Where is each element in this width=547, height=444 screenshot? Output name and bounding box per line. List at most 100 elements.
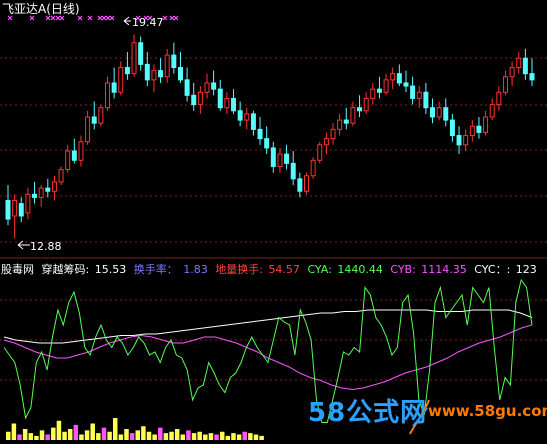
candle — [423, 82, 429, 114]
volume-bar — [236, 434, 242, 440]
candle — [177, 52, 183, 83]
candle — [124, 52, 130, 80]
marker-x — [50, 15, 56, 21]
candle — [98, 104, 104, 127]
candle — [151, 64, 157, 93]
candle — [436, 101, 442, 121]
candle-body — [78, 141, 84, 161]
candle — [78, 135, 84, 167]
marker-x — [87, 15, 93, 21]
candle — [138, 36, 144, 71]
candle — [502, 70, 508, 96]
marker-x — [59, 15, 65, 21]
candle — [277, 147, 283, 173]
marker-x — [109, 15, 115, 21]
candle — [51, 175, 57, 201]
candle-body — [270, 147, 276, 167]
candle-body — [430, 107, 435, 118]
candle-body — [204, 82, 210, 93]
volume-bar — [135, 430, 141, 440]
candle-body — [224, 97, 230, 109]
volume-bar — [208, 433, 214, 440]
volume-bar — [225, 435, 231, 440]
marker-x-path — [7, 15, 13, 21]
candle-body — [396, 73, 402, 84]
volume-bar — [197, 431, 202, 440]
candle-body — [25, 193, 31, 214]
marker-x-path — [169, 15, 175, 21]
candle-body — [177, 66, 183, 81]
candle — [91, 101, 97, 130]
candle — [310, 157, 316, 179]
candle — [323, 132, 329, 155]
candle — [38, 185, 44, 207]
cyb-value: 1114.35 — [421, 263, 467, 276]
candle — [337, 113, 343, 136]
candle — [164, 48, 170, 83]
volume-bar — [158, 427, 163, 440]
candle-body — [297, 178, 303, 192]
candle-body — [151, 70, 157, 81]
svg-text:股毒网 穿越筹码: 15.5: 股毒网 穿越筹码: 15.53 换手率： 1.83 地量换手: 54.57 CY… — [1, 262, 537, 276]
candle-body — [343, 119, 349, 124]
volume-bar — [101, 427, 107, 440]
candle-body — [476, 125, 482, 133]
candle — [224, 92, 230, 114]
candle-body — [197, 91, 203, 106]
candle — [71, 138, 77, 164]
candle — [376, 76, 382, 99]
candle-body — [370, 88, 376, 99]
candle — [158, 58, 164, 83]
cyc-value: 123 — [516, 263, 537, 276]
candle — [18, 197, 24, 223]
candle-body — [443, 107, 449, 121]
candle — [516, 52, 522, 74]
candle-body — [71, 150, 77, 161]
cya-label: CYA: — [307, 263, 331, 276]
candle-body — [51, 181, 57, 192]
candle — [244, 107, 250, 130]
candle-body — [18, 203, 24, 217]
candle — [105, 76, 110, 111]
candle-body — [98, 107, 104, 124]
candlesticks[interactable] — [5, 34, 535, 239]
candle — [363, 92, 369, 114]
candle — [290, 151, 296, 186]
marker-x-path — [50, 15, 56, 21]
candle-body — [357, 107, 363, 112]
watermark-decoration — [409, 399, 430, 435]
ground-turnover-label: 地量换手: — [215, 262, 263, 276]
candle-body — [5, 200, 11, 220]
cyc-label: CYC：: — [474, 263, 510, 276]
volume-bar — [84, 430, 90, 440]
candle-body — [91, 116, 97, 124]
marker-x — [169, 15, 175, 21]
candle-body — [529, 73, 535, 81]
candle-body — [483, 116, 489, 133]
candle-body — [264, 138, 270, 149]
marker-x-path — [29, 15, 35, 21]
candle — [476, 116, 482, 139]
candle — [483, 110, 489, 136]
candle-body — [456, 135, 462, 146]
candle — [32, 181, 38, 204]
candle — [250, 110, 256, 136]
candle — [58, 166, 64, 186]
candle — [522, 48, 528, 80]
watermark: 58公式网 www.58gu.com — [300, 392, 547, 444]
candle-body — [383, 79, 389, 93]
volume-bar — [174, 429, 180, 440]
turnover-value: 1.83 — [183, 263, 208, 276]
volume-bar — [45, 434, 50, 440]
chart-canvas[interactable]: 19.47 12.88 飞亚达A(日线) 股毒网 穿越筹码: 15.53 换手率… — [0, 0, 547, 444]
candle-body — [164, 54, 170, 78]
candle — [184, 67, 190, 102]
marker-x-path — [97, 15, 103, 21]
candle-body — [118, 66, 124, 93]
candle — [111, 67, 117, 99]
candle-body — [502, 76, 508, 93]
candle — [217, 79, 223, 111]
kline-chart-window: 19.47 12.88 飞亚达A(日线) 股毒网 穿越筹码: 15.53 换手率… — [0, 0, 547, 444]
candle-body — [105, 82, 110, 109]
candle — [5, 185, 11, 226]
